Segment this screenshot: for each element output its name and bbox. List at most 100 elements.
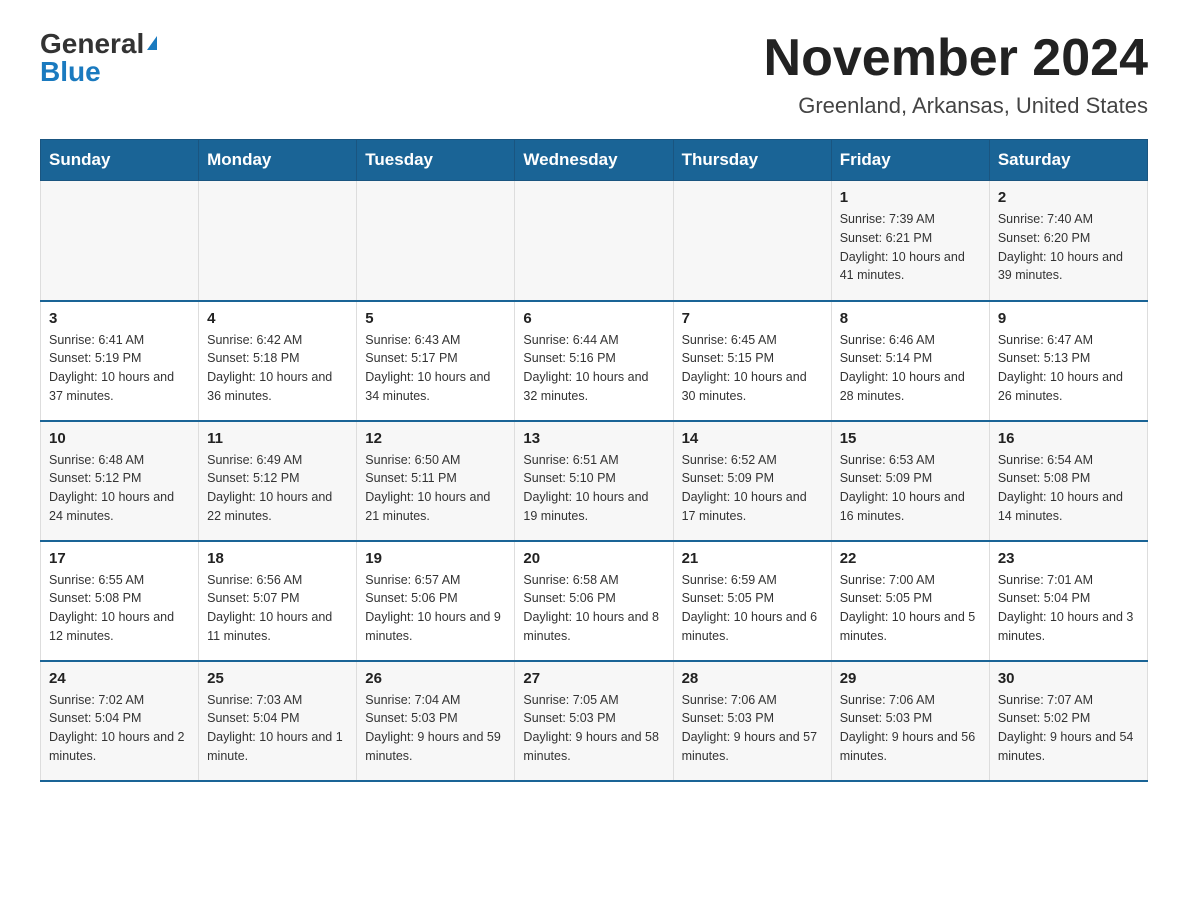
day-number: 17 (49, 550, 190, 567)
title-area: November 2024 Greenland, Arkansas, Unite… (764, 30, 1148, 119)
day-number: 11 (207, 430, 348, 447)
week-row-5: 24 Sunrise: 7:02 AM Sunset: 5:04 PM Dayli… (41, 661, 1148, 781)
day-info: Sunrise: 6:44 AM Sunset: 5:16 PM Dayligh… (523, 331, 664, 406)
header-thursday: Thursday (673, 140, 831, 181)
header-tuesday: Tuesday (357, 140, 515, 181)
day-cell: 30 Sunrise: 7:07 AM Sunset: 5:02 PM Dayli… (989, 661, 1147, 781)
logo: General Blue (40, 30, 157, 86)
day-info: Sunrise: 6:56 AM Sunset: 5:07 PM Dayligh… (207, 571, 348, 646)
day-number: 5 (365, 310, 506, 327)
day-number: 3 (49, 310, 190, 327)
day-info: Sunrise: 6:41 AM Sunset: 5:19 PM Dayligh… (49, 331, 190, 406)
calendar-body: 1Sunrise: 7:39 AM Sunset: 6:21 PM Daylig… (41, 181, 1148, 781)
day-cell: 28 Sunrise: 7:06 AM Sunset: 5:03 PM Dayli… (673, 661, 831, 781)
day-info: Sunrise: 7:06 AM Sunset: 5:03 PM Dayligh… (682, 691, 823, 766)
day-number: 16 (998, 430, 1139, 447)
header-monday: Monday (199, 140, 357, 181)
week-row-3: 10 Sunrise: 6:48 AM Sunset: 5:12 PM Dayli… (41, 421, 1148, 541)
day-number: 23 (998, 550, 1139, 567)
week-row-4: 17Sunrise: 6:55 AM Sunset: 5:08 PM Dayli… (41, 541, 1148, 661)
day-number: 15 (840, 430, 981, 447)
day-info: Sunrise: 6:45 AM Sunset: 5:15 PM Dayligh… (682, 331, 823, 406)
day-info: Sunrise: 6:49 AM Sunset: 5:12 PM Dayligh… (207, 451, 348, 526)
day-cell: 26 Sunrise: 7:04 AM Sunset: 5:03 PM Dayli… (357, 661, 515, 781)
day-info: Sunrise: 7:39 AM Sunset: 6:21 PM Dayligh… (840, 210, 981, 285)
day-number: 7 (682, 310, 823, 327)
day-info: Sunrise: 6:52 AM Sunset: 5:09 PM Dayligh… (682, 451, 823, 526)
day-info: Sunrise: 6:57 AM Sunset: 5:06 PM Dayligh… (365, 571, 506, 646)
day-number: 25 (207, 670, 348, 687)
calendar-table: SundayMondayTuesdayWednesdayThursdayFrid… (40, 139, 1148, 782)
day-info: Sunrise: 7:04 AM Sunset: 5:03 PM Dayligh… (365, 691, 506, 766)
day-cell (515, 181, 673, 301)
header-row: SundayMondayTuesdayWednesdayThursdayFrid… (41, 140, 1148, 181)
day-info: Sunrise: 7:40 AM Sunset: 6:20 PM Dayligh… (998, 210, 1139, 285)
day-info: Sunrise: 7:05 AM Sunset: 5:03 PM Dayligh… (523, 691, 664, 766)
day-info: Sunrise: 6:47 AM Sunset: 5:13 PM Dayligh… (998, 331, 1139, 406)
day-cell: 12 Sunrise: 6:50 AM Sunset: 5:11 PM Dayli… (357, 421, 515, 541)
day-number: 9 (998, 310, 1139, 327)
day-info: Sunrise: 7:01 AM Sunset: 5:04 PM Dayligh… (998, 571, 1139, 646)
day-info: Sunrise: 6:59 AM Sunset: 5:05 PM Dayligh… (682, 571, 823, 646)
logo-general-text: General (40, 30, 144, 58)
logo-blue-text: Blue (40, 58, 101, 86)
day-number: 27 (523, 670, 664, 687)
day-cell: 18 Sunrise: 6:56 AM Sunset: 5:07 PM Dayli… (199, 541, 357, 661)
day-info: Sunrise: 7:02 AM Sunset: 5:04 PM Dayligh… (49, 691, 190, 766)
day-number: 22 (840, 550, 981, 567)
day-info: Sunrise: 6:51 AM Sunset: 5:10 PM Dayligh… (523, 451, 664, 526)
day-number: 29 (840, 670, 981, 687)
day-info: Sunrise: 6:50 AM Sunset: 5:11 PM Dayligh… (365, 451, 506, 526)
day-cell: 21 Sunrise: 6:59 AM Sunset: 5:05 PM Dayli… (673, 541, 831, 661)
day-cell (673, 181, 831, 301)
day-cell: 3 Sunrise: 6:41 AM Sunset: 5:19 PM Daylig… (41, 301, 199, 421)
day-info: Sunrise: 7:07 AM Sunset: 5:02 PM Dayligh… (998, 691, 1139, 766)
week-row-1: 1Sunrise: 7:39 AM Sunset: 6:21 PM Daylig… (41, 181, 1148, 301)
day-cell: 10 Sunrise: 6:48 AM Sunset: 5:12 PM Dayli… (41, 421, 199, 541)
day-cell: 24 Sunrise: 7:02 AM Sunset: 5:04 PM Dayli… (41, 661, 199, 781)
day-cell: 15 Sunrise: 6:53 AM Sunset: 5:09 PM Dayli… (831, 421, 989, 541)
day-cell: 2 Sunrise: 7:40 AM Sunset: 6:20 PM Daylig… (989, 181, 1147, 301)
calendar-title: November 2024 (764, 30, 1148, 87)
day-number: 28 (682, 670, 823, 687)
day-cell (357, 181, 515, 301)
day-cell: 8 Sunrise: 6:46 AM Sunset: 5:14 PM Daylig… (831, 301, 989, 421)
day-info: Sunrise: 6:54 AM Sunset: 5:08 PM Dayligh… (998, 451, 1139, 526)
day-cell: 17Sunrise: 6:55 AM Sunset: 5:08 PM Dayli… (41, 541, 199, 661)
day-info: Sunrise: 6:58 AM Sunset: 5:06 PM Dayligh… (523, 571, 664, 646)
day-cell: 23 Sunrise: 7:01 AM Sunset: 5:04 PM Dayli… (989, 541, 1147, 661)
day-number: 24 (49, 670, 190, 687)
week-row-2: 3 Sunrise: 6:41 AM Sunset: 5:19 PM Daylig… (41, 301, 1148, 421)
day-info: Sunrise: 7:00 AM Sunset: 5:05 PM Dayligh… (840, 571, 981, 646)
day-number: 4 (207, 310, 348, 327)
day-number: 30 (998, 670, 1139, 687)
day-cell: 7 Sunrise: 6:45 AM Sunset: 5:15 PM Daylig… (673, 301, 831, 421)
header: General Blue November 2024 Greenland, Ar… (40, 30, 1148, 119)
day-cell: 14Sunrise: 6:52 AM Sunset: 5:09 PM Dayli… (673, 421, 831, 541)
header-saturday: Saturday (989, 140, 1147, 181)
day-cell: 5 Sunrise: 6:43 AM Sunset: 5:17 PM Daylig… (357, 301, 515, 421)
day-number: 12 (365, 430, 506, 447)
day-number: 8 (840, 310, 981, 327)
day-number: 26 (365, 670, 506, 687)
day-cell: 1Sunrise: 7:39 AM Sunset: 6:21 PM Daylig… (831, 181, 989, 301)
day-number: 19 (365, 550, 506, 567)
day-info: Sunrise: 7:06 AM Sunset: 5:03 PM Dayligh… (840, 691, 981, 766)
day-number: 10 (49, 430, 190, 447)
day-cell: 16 Sunrise: 6:54 AM Sunset: 5:08 PM Dayli… (989, 421, 1147, 541)
day-number: 18 (207, 550, 348, 567)
day-cell: 4Sunrise: 6:42 AM Sunset: 5:18 PM Daylig… (199, 301, 357, 421)
day-number: 2 (998, 189, 1139, 206)
day-info: Sunrise: 6:43 AM Sunset: 5:17 PM Dayligh… (365, 331, 506, 406)
day-info: Sunrise: 6:46 AM Sunset: 5:14 PM Dayligh… (840, 331, 981, 406)
day-cell: 11 Sunrise: 6:49 AM Sunset: 5:12 PM Dayli… (199, 421, 357, 541)
day-cell: 20Sunrise: 6:58 AM Sunset: 5:06 PM Dayli… (515, 541, 673, 661)
day-cell: 19 Sunrise: 6:57 AM Sunset: 5:06 PM Dayli… (357, 541, 515, 661)
day-number: 21 (682, 550, 823, 567)
day-cell: 22 Sunrise: 7:00 AM Sunset: 5:05 PM Dayli… (831, 541, 989, 661)
day-info: Sunrise: 6:48 AM Sunset: 5:12 PM Dayligh… (49, 451, 190, 526)
day-info: Sunrise: 6:53 AM Sunset: 5:09 PM Dayligh… (840, 451, 981, 526)
day-cell: 6Sunrise: 6:44 AM Sunset: 5:16 PM Daylig… (515, 301, 673, 421)
day-cell: 13Sunrise: 6:51 AM Sunset: 5:10 PM Dayli… (515, 421, 673, 541)
day-cell: 29 Sunrise: 7:06 AM Sunset: 5:03 PM Dayli… (831, 661, 989, 781)
